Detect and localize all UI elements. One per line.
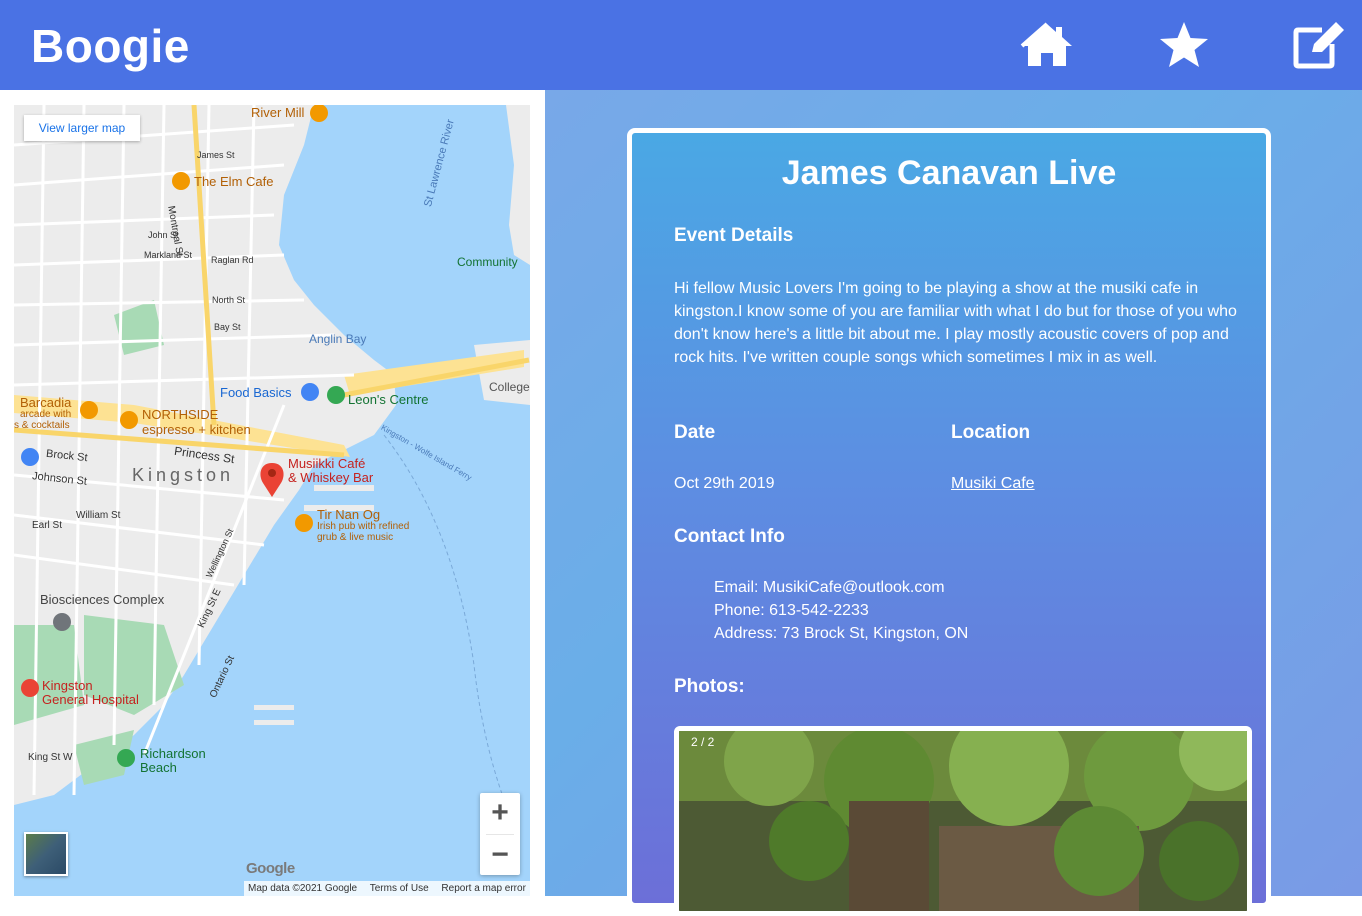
map-data-credit: Map data ©2021 Google — [248, 883, 358, 894]
google-logo: Google — [246, 860, 295, 877]
satellite-toggle-thumbnail[interactable] — [24, 832, 68, 876]
star-icon[interactable] — [1157, 20, 1211, 70]
map-label-earl-st: Earl St — [32, 520, 63, 531]
map-label-kingston: Kingston — [132, 465, 235, 485]
map-label-tir-nan-og[interactable]: Tir Nan Og — [317, 507, 380, 522]
photos-heading: Photos: — [674, 676, 745, 697]
date-heading: Date — [674, 422, 716, 443]
map-label-king-st-w: King St W — [28, 752, 73, 763]
map-label-musiikki-cafe[interactable]: Musiikki Café — [288, 456, 365, 471]
map-label-raglan-rd: Raglan Rd — [211, 255, 254, 265]
top-navbar: Boogie — [0, 0, 1362, 90]
map-attribution: Map data ©2021 Google Terms of Use Repor… — [244, 881, 530, 896]
contact-phone: Phone: 613-542-2233 — [714, 602, 869, 619]
contact-email: Email: MusikiCafe@outlook.com — [714, 579, 945, 596]
map-label-elm-cafe[interactable]: The Elm Cafe — [194, 174, 273, 189]
home-icon[interactable] — [1020, 20, 1074, 70]
map-label-kgh[interactable]: Kingston — [42, 678, 93, 693]
location-heading: Location — [951, 422, 1031, 443]
event-details-heading: Event Details — [674, 225, 794, 246]
map-label-barcadia-sub2: s & cocktails — [14, 420, 70, 431]
event-title: James Canavan Live — [781, 154, 1117, 192]
zoom-in-button[interactable]: + — [480, 793, 520, 833]
map-label-barcadia-sub1: arcade with — [20, 409, 72, 420]
event-date: Oct 29th 2019 — [674, 475, 775, 492]
map-label-leons-centre[interactable]: Leon's Centre — [348, 392, 429, 407]
view-larger-map-link[interactable]: View larger map — [24, 115, 140, 141]
map-label-bay-st: Bay St — [214, 322, 241, 332]
map-label-food-basics[interactable]: Food Basics — [220, 385, 292, 400]
location-link[interactable]: Musiki Cafe — [951, 472, 1035, 495]
event-description: Hi fellow Music Lovers I'm going to be p… — [674, 280, 1237, 366]
event-photo — [679, 731, 1247, 911]
brand-logo[interactable]: Boogie — [31, 18, 190, 74]
terms-of-use-link[interactable]: Terms of Use — [370, 883, 429, 894]
contact-info-heading: Contact Info — [674, 526, 785, 547]
event-panel: James Canavan Live Event Details Hi fell… — [545, 90, 1362, 916]
zoom-out-button[interactable]: − — [480, 835, 520, 875]
map-label-markland-st: Markland St — [144, 250, 193, 260]
map-label-river-mill[interactable]: River Mill — [251, 105, 304, 120]
map-label-richardson-beach: Beach — [140, 760, 177, 775]
map-label-north-st: North St — [212, 295, 246, 305]
map-label-biosciences[interactable]: Biosciences Complex — [40, 592, 164, 607]
map-label-northside-sub: espresso + kitchen — [142, 422, 251, 437]
edit-icon[interactable] — [1292, 20, 1346, 70]
map-label-james-st: James St — [197, 150, 235, 160]
contact-address: Address: 73 Brock St, Kingston, ON — [714, 625, 969, 642]
map-panel: View larger map River Mill The Elm Cafe … — [0, 90, 545, 896]
map-label-college: College — [489, 380, 530, 394]
map-label-barcadia[interactable]: Barcadia — [20, 395, 71, 410]
map-zoom-controls: + − — [480, 793, 520, 875]
map-label-tir-sub2: grub & live music — [317, 532, 394, 543]
map-label-kgh-sub: General Hospital — [42, 692, 139, 707]
map-label-william-st: William St — [76, 510, 121, 521]
photo-carousel[interactable]: 2 / 2 — [674, 726, 1252, 916]
embedded-map[interactable]: View larger map River Mill The Elm Cafe … — [14, 105, 530, 896]
map-label-community[interactable]: Community — [457, 255, 518, 269]
event-card: James Canavan Live Event Details Hi fell… — [627, 128, 1271, 916]
map-canvas[interactable] — [14, 105, 530, 896]
report-map-error-link[interactable]: Report a map error — [441, 883, 525, 894]
map-label-richardson[interactable]: Richardson — [140, 746, 206, 761]
photo-counter: 2 / 2 — [691, 735, 715, 749]
map-label-tir-sub1: Irish pub with refined — [317, 521, 410, 532]
map-label-john-st: John St — [148, 230, 179, 240]
map-label-anglin-bay: Anglin Bay — [309, 332, 367, 346]
map-label-musiikki-whiskey: & Whiskey Bar — [288, 470, 374, 485]
map-label-northside[interactable]: NORTHSIDE — [142, 407, 218, 422]
